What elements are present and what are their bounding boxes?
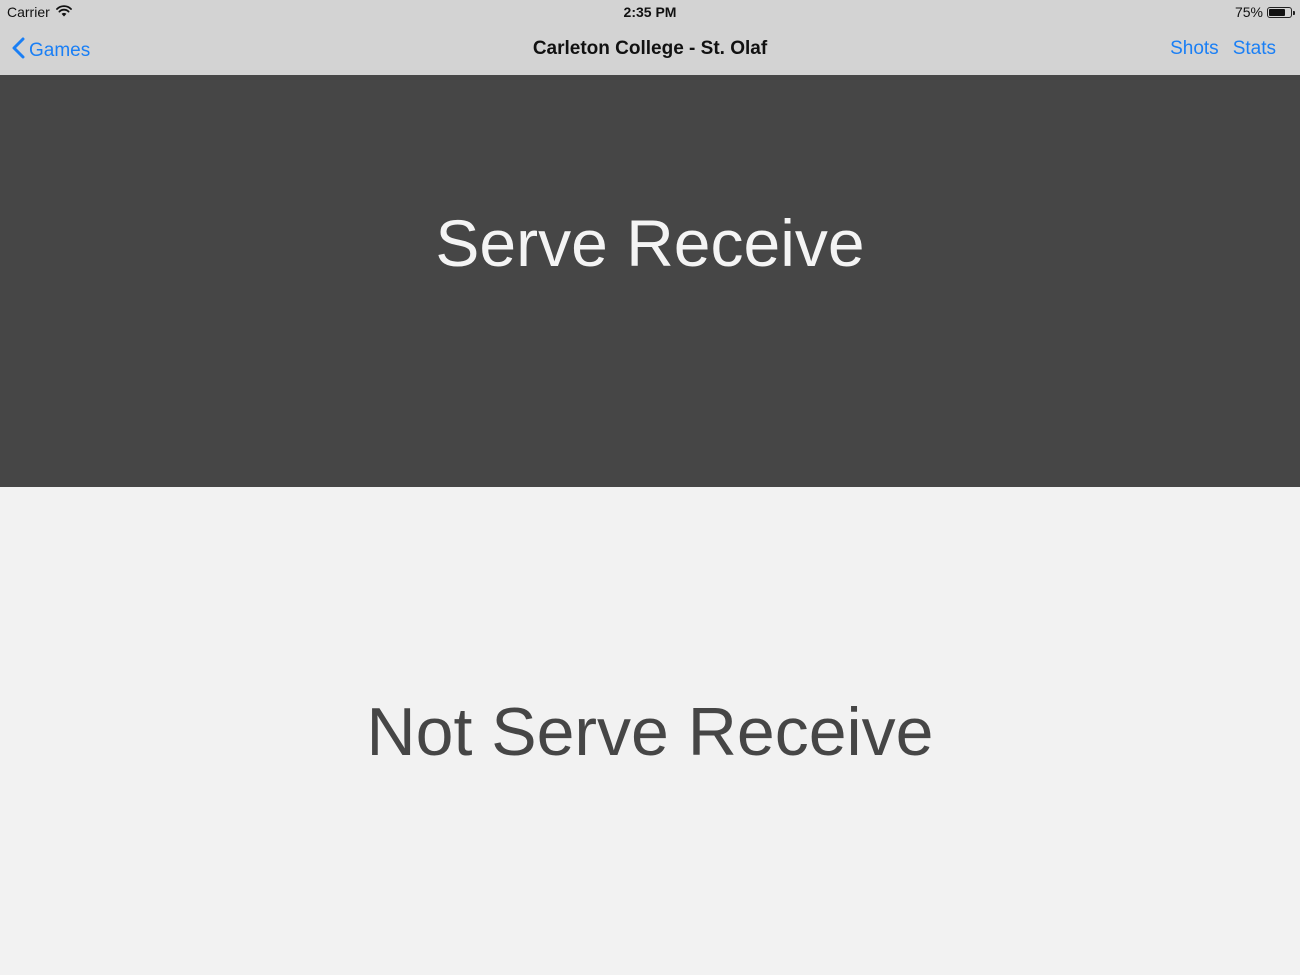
navigation-bar: Games Carleton College - St. Olaf Shots … — [0, 24, 1300, 75]
battery-fill — [1269, 8, 1285, 16]
status-time: 2:35 PM — [623, 4, 677, 20]
status-battery-group: 75% — [1234, 4, 1295, 20]
serve-receive-label: Serve Receive — [435, 206, 865, 280]
shots-button[interactable]: Shots — [1170, 38, 1219, 60]
not-serve-receive-label: Not Serve Receive — [366, 694, 934, 770]
battery-percent: 75% — [1234, 4, 1263, 20]
not-serve-receive-button[interactable]: Not Serve Receive — [0, 487, 1300, 975]
stats-button[interactable]: Stats — [1233, 38, 1276, 60]
status-bar: Carrier 2:35 PM 75% — [0, 0, 1300, 24]
battery-icon — [1267, 6, 1295, 18]
serve-receive-button[interactable]: Serve Receive — [0, 75, 1300, 487]
page-title: Carleton College - St. Olaf — [532, 38, 768, 59]
nav-right-buttons: Shots Stats — [1170, 38, 1276, 60]
